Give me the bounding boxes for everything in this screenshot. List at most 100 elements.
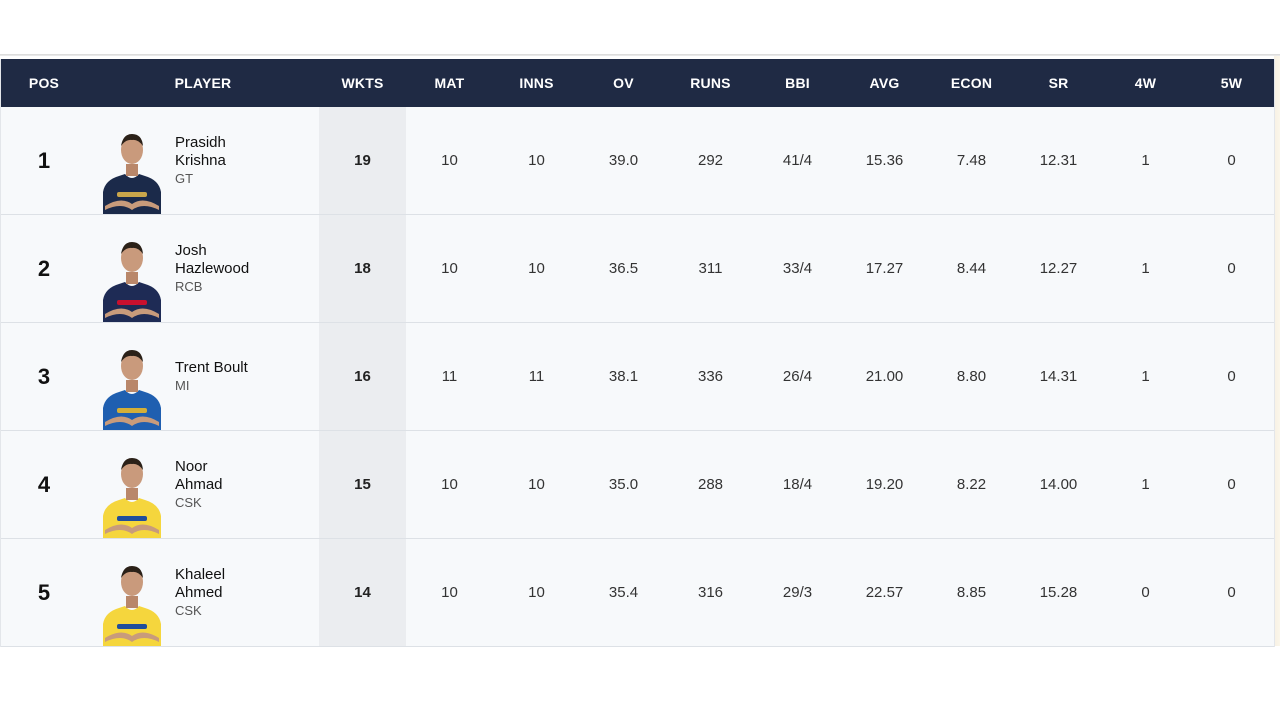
player-avatar-icon[interactable] (101, 450, 163, 538)
average-cell: 19.20 (865, 476, 904, 493)
strike-rate-cell: 12.31 (1039, 152, 1078, 169)
col-header-sr[interactable]: SR (1015, 59, 1102, 107)
economy-cell: 8.22 (956, 476, 987, 493)
average-cell: 21.00 (865, 368, 904, 385)
col-header-runs[interactable]: RUNS (667, 59, 754, 107)
wickets-cell: 16 (319, 322, 406, 431)
player-team: CSK (175, 494, 202, 510)
best-bowling-cell: 33/4 (782, 260, 813, 277)
player-team: RCB (175, 278, 203, 294)
col-header-5w[interactable]: 5W (1189, 59, 1274, 107)
economy-cell: 8.80 (956, 368, 987, 385)
table-row[interactable]: 4 Noor Ahmad CSK 15 10 10 35.0 288 18/4 … (1, 430, 1274, 539)
average-cell: 15.36 (865, 152, 904, 169)
player-name-line1[interactable]: Josh (175, 242, 249, 260)
economy-cell: 8.44 (956, 260, 987, 277)
five-wicket-cell: 0 (1227, 584, 1236, 601)
five-wicket-cell: 0 (1227, 368, 1236, 385)
player-name-line1[interactable]: Noor (175, 458, 223, 476)
table-row[interactable]: 2 Josh Hazlewood RCB 18 10 10 36.5 311 3… (1, 214, 1274, 323)
player-team: GT (175, 170, 194, 186)
player-name-line1[interactable]: Khaleel (175, 566, 225, 584)
five-wicket-cell: 0 (1227, 260, 1236, 277)
wickets-cell: 19 (319, 107, 406, 215)
col-header-bbi[interactable]: BBI (754, 59, 841, 107)
average-cell: 17.27 (865, 260, 904, 277)
best-bowling-cell: 41/4 (782, 152, 813, 169)
innings-cell: 10 (528, 476, 545, 493)
economy-cell: 7.48 (956, 152, 987, 169)
strike-rate-cell: 15.28 (1039, 584, 1078, 601)
col-header-pos[interactable]: POS (1, 59, 87, 107)
col-header-econ[interactable]: ECON (928, 59, 1015, 107)
best-bowling-cell: 18/4 (782, 476, 813, 493)
player-avatar-icon[interactable] (101, 234, 163, 322)
average-cell: 22.57 (865, 584, 904, 601)
col-header-avg[interactable]: AVG (841, 59, 928, 107)
col-header-wkts[interactable]: WKTS (319, 59, 406, 107)
table-header-row: POS PLAYER WKTS MAT INNS OV RUNS BBI AVG… (1, 59, 1274, 107)
position-cell: 4 (37, 471, 51, 497)
runs-cell: 292 (697, 152, 724, 169)
best-bowling-cell: 29/3 (782, 584, 813, 601)
overs-cell: 38.1 (608, 368, 639, 385)
overs-cell: 35.4 (608, 584, 639, 601)
position-cell: 3 (37, 363, 51, 389)
strike-rate-cell: 14.00 (1039, 476, 1078, 493)
economy-cell: 8.85 (956, 584, 987, 601)
table-row[interactable]: 1 Prasidh Krishna GT 19 10 10 39.0 292 4… (1, 107, 1274, 215)
col-header-inns[interactable]: INNS (493, 59, 580, 107)
wickets-cell: 18 (319, 214, 406, 323)
col-header-ov[interactable]: OV (580, 59, 667, 107)
col-header-4w[interactable]: 4W (1102, 59, 1189, 107)
runs-cell: 336 (697, 368, 724, 385)
position-cell: 2 (37, 255, 51, 281)
matches-cell: 11 (441, 368, 458, 385)
runs-cell: 316 (697, 584, 724, 601)
wickets-cell: 14 (319, 538, 406, 647)
col-header-mat[interactable]: MAT (406, 59, 493, 107)
runs-cell: 311 (698, 260, 723, 277)
innings-cell: 11 (528, 368, 545, 385)
player-cell[interactable]: Trent Boult MI (87, 323, 319, 431)
player-cell[interactable]: Prasidh Krishna GT (87, 107, 319, 215)
wickets-cell: 15 (319, 430, 406, 539)
five-wicket-cell: 0 (1227, 152, 1236, 169)
best-bowling-cell: 26/4 (782, 368, 813, 385)
four-wicket-cell: 0 (1141, 584, 1150, 601)
position-cell: 1 (37, 147, 51, 173)
player-cell[interactable]: Josh Hazlewood RCB (87, 215, 319, 323)
overs-cell: 35.0 (608, 476, 639, 493)
player-name-line2[interactable]: Hazlewood (175, 260, 249, 278)
player-name-line2[interactable]: Ahmed (175, 584, 225, 602)
position-cell: 5 (37, 579, 51, 605)
bowling-stats-table: POS PLAYER WKTS MAT INNS OV RUNS BBI AVG… (0, 59, 1275, 647)
matches-cell: 10 (441, 584, 458, 601)
player-avatar-icon[interactable] (101, 126, 163, 214)
player-name-line1[interactable]: Prasidh (175, 134, 226, 152)
player-cell[interactable]: Khaleel Ahmed CSK (87, 539, 319, 647)
four-wicket-cell: 1 (1141, 152, 1150, 169)
player-name-line2[interactable]: Krishna (175, 152, 226, 170)
innings-cell: 10 (528, 152, 545, 169)
overs-cell: 36.5 (608, 260, 639, 277)
col-header-player[interactable]: PLAYER (87, 59, 319, 107)
innings-cell: 10 (528, 260, 545, 277)
player-avatar-icon[interactable] (101, 558, 163, 646)
player-cell[interactable]: Noor Ahmad CSK (87, 431, 319, 539)
player-team: CSK (175, 602, 202, 618)
top-divider (0, 54, 1280, 56)
strike-rate-cell: 12.27 (1039, 260, 1078, 277)
player-name-line1[interactable]: Trent Boult (175, 359, 248, 377)
five-wicket-cell: 0 (1227, 476, 1236, 493)
innings-cell: 10 (528, 584, 545, 601)
player-avatar-icon[interactable] (101, 342, 163, 430)
runs-cell: 288 (697, 476, 724, 493)
player-name-line2[interactable]: Ahmad (175, 476, 223, 494)
table-row[interactable]: 5 Khaleel Ahmed CSK 14 10 10 35.4 316 29… (1, 538, 1274, 647)
four-wicket-cell: 1 (1141, 260, 1150, 277)
four-wicket-cell: 1 (1141, 368, 1150, 385)
matches-cell: 10 (441, 476, 458, 493)
table-row[interactable]: 3 Trent Boult MI 16 11 11 38.1 336 26/4 … (1, 322, 1274, 431)
matches-cell: 10 (441, 260, 458, 277)
